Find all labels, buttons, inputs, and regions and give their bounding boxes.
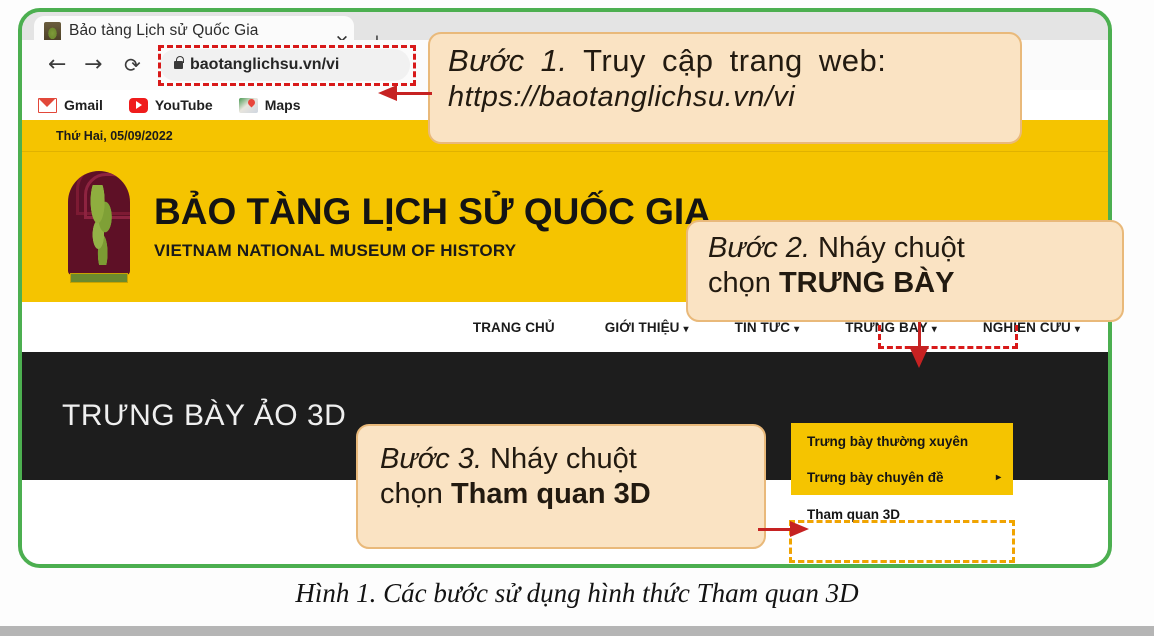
bookmark-maps[interactable]: Maps [238,97,301,113]
nav-item-gioi-thieu[interactable]: GIỚI THIỆU ▾ [605,320,689,335]
museum-subtitle: VIETNAM NATIONAL MUSEUM OF HISTORY [154,241,517,260]
callout-step-label: Bước 3. [380,443,482,475]
arrow-step1-head [378,85,397,101]
dropdown-label: Tham quan 3D [807,506,901,522]
callout-step-label: Bước 2. [708,232,810,264]
maps-icon [238,97,258,113]
band-title: TRƯNG BÀY ẢO 3D [62,399,347,432]
back-arrow-icon[interactable]: ← [48,54,66,76]
reload-icon[interactable]: ⟳ [124,55,141,75]
chevron-down-icon: ▾ [1074,323,1080,335]
chevron-down-icon: ▾ [683,323,689,335]
arrow-step3-head [790,521,809,537]
trung-bay-dropdown: Trưng bày thường xuyên Trưng bày chuyên … [791,423,1013,533]
youtube-icon [128,97,148,113]
museum-logo-icon [68,171,130,283]
nav-item-trang-chu[interactable]: TRANG CHỦ [473,320,559,335]
dropdown-item-tham-quan-3d[interactable]: Tham quan 3D [791,495,1013,533]
callout-text: Truy cập trang web: [567,43,887,78]
dropdown-item-thuong-xuyen[interactable]: Trưng bày thường xuyên [791,423,1013,459]
address-bar[interactable]: baotanglichsu.vn/vi [160,49,410,81]
bookmark-youtube[interactable]: YouTube [128,97,213,113]
chevron-down-icon: ▾ [794,323,800,335]
forward-arrow-icon[interactable]: → [84,54,102,76]
browser-tab-title: Bảo tàng Lịch sử Quốc Gia [69,22,259,39]
site-date: Thứ Hai, 05/09/2022 [56,128,173,143]
callout-step-label: Bước 1. [448,43,568,78]
museum-favicon-icon [44,21,61,41]
chevron-down-icon: ▾ [931,323,937,335]
arrow-step1-line [396,92,432,95]
chevron-right-icon: ▸ [995,471,1001,483]
nav-label: TRANG CHỦ [472,319,555,335]
bookmark-label: YouTube [154,97,213,113]
callout-url: https://baotanglichsu.vn/vi [448,80,796,113]
callout-text: chọn [380,478,451,511]
arrow-step2-head [909,346,929,368]
callout-emphasis: TRƯNG BÀY [778,267,955,300]
museum-title: BẢO TÀNG LỊCH SỬ QUỐC GIA [154,191,711,232]
figure-caption: Hình 1. Các bước sử dụng hình thức Tham … [295,578,859,608]
figure-container: Bảo tàng Lịch sử Quốc Gia ✕ + ← → ⟳ baot… [0,0,1154,636]
bookmark-label: Maps [264,97,301,113]
nav-label: GIỚI THIỆU [604,319,680,335]
page-bottom-bar [0,626,1154,636]
dropdown-item-chuyen-de[interactable]: Trưng bày chuyên đề ▸ [791,459,1013,495]
callout-text: chọn [708,267,779,300]
callout-emphasis: Tham quan 3D [450,478,651,511]
lock-icon [174,56,184,69]
callout-text: Nháy chuột [810,232,965,264]
bookmark-label: Gmail [64,97,103,113]
dropdown-label: Trưng bày thường xuyên [807,433,969,449]
dropdown-label: Trưng bày chuyên đề [807,469,944,485]
callout-text: Nháy chuột [482,443,637,475]
callout-step-1: Bước 1. Truy cập trang web: https://baot… [428,32,1022,144]
bookmark-gmail[interactable]: Gmail [38,97,103,113]
gmail-icon [38,97,57,113]
address-bar-url: baotanglichsu.vn/vi [190,56,340,73]
callout-step-2: Bước 2. Nháy chuột chọn TRƯNG BÀY [686,220,1124,322]
callout-step-3: Bước 3. Nháy chuột chọn Tham quan 3D [356,424,766,549]
